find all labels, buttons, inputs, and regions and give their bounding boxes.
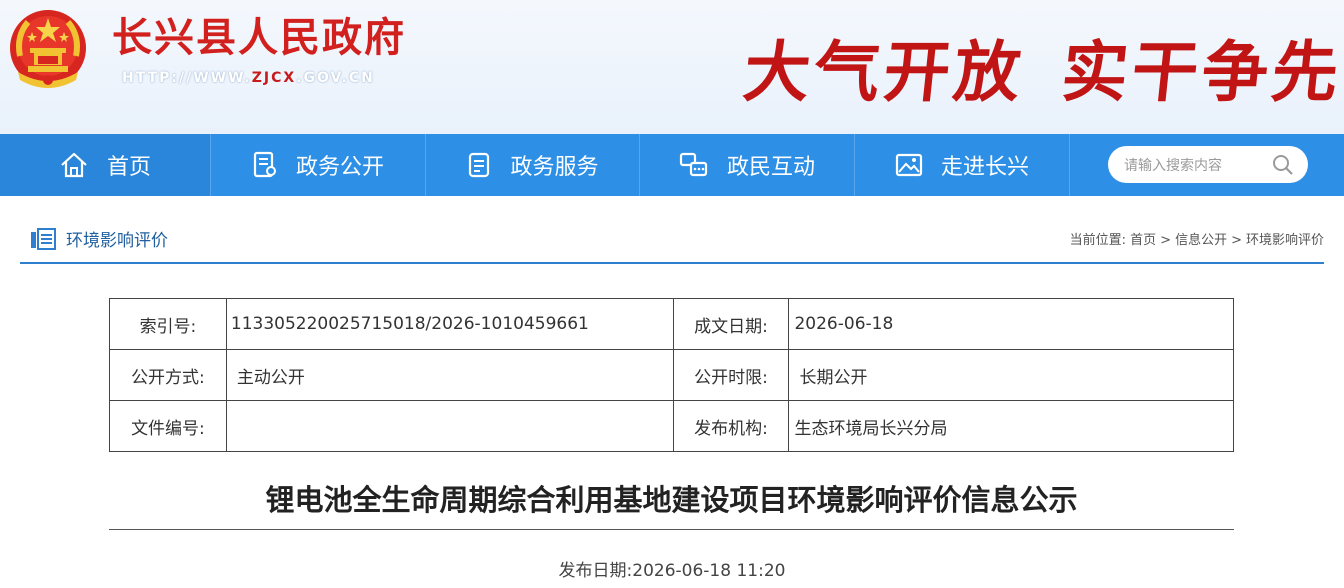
breadcrumb-home[interactable]: 首页 (1130, 233, 1156, 248)
date-value: 2026-06-18 (788, 298, 1234, 350)
breadcrumb-label: 当前位置: (1069, 233, 1126, 248)
slogan: 大气开放 实干争先 (739, 33, 1344, 111)
site-url-accent: ZJCX (251, 70, 297, 86)
site-header: 长兴县人民政府 HTTP://WWW.ZJCX.GOV.CN 大气开放 实干争先 (0, 0, 1344, 134)
publish-date-value: 2026-06-18 11:20 (632, 561, 786, 581)
slogan-left: 大气开放 (739, 33, 1029, 111)
table-row: 索引号: 113305220025715018/2026-1010459661 … (109, 298, 1234, 350)
docno-label: 文件编号: (109, 400, 227, 452)
list-icon (31, 228, 56, 250)
home-icon (61, 152, 87, 178)
breadcrumb-separator: > (1231, 233, 1242, 248)
nav-label-government-affairs: 政务公开 (295, 155, 384, 180)
breadcrumb-eia[interactable]: 环境影响评价 (1246, 233, 1324, 248)
date-label: 成文日期: (672, 298, 790, 350)
section-bar: 环境影响评价 当前位置: 首页 > 信息公开 > 环境影响评价 (20, 214, 1324, 264)
main-nav: 首页 政务公开 政务服务 政民互动 走进长兴 请输入搜索内容 (0, 134, 1344, 196)
clipboard-icon (469, 152, 490, 178)
chat-icon (679, 152, 708, 177)
method-label: 公开方式: (109, 349, 227, 401)
nav-label-home: 首页 (106, 155, 151, 180)
table-row: 公开方式: 主动公开 公开时限: 长期公开 (109, 349, 1234, 401)
slogan-right: 实干争先 (1057, 33, 1344, 111)
nav-item-about-changxing[interactable]: 走进长兴 (855, 134, 1070, 196)
docno-value (225, 400, 674, 452)
nav-item-home[interactable]: 首页 (0, 134, 211, 196)
nav-label-interaction: 政民互动 (726, 155, 815, 180)
search-input[interactable] (1122, 146, 1276, 185)
publish-date-label: 发布日期: (558, 561, 633, 581)
search-box (1108, 146, 1308, 185)
title-divider (109, 529, 1234, 530)
site-title[interactable]: 长兴县人民政府 (112, 14, 406, 62)
table-row: 文件编号: 发布机构: 生态环境局长兴分局 (109, 400, 1234, 452)
nav-item-government-affairs[interactable]: 政务公开 (211, 134, 426, 196)
nav-item-services[interactable]: 政务服务 (426, 134, 640, 196)
issuer-label: 发布机构: (672, 400, 790, 452)
document-meta-table: 索引号: 113305220025715018/2026-1010459661 … (109, 298, 1234, 452)
nav-label-about-changxing: 走进长兴 (940, 155, 1029, 180)
search-icon[interactable] (1272, 154, 1294, 176)
publish-date: 发布日期:2026-06-18 11:20 (0, 556, 1344, 581)
section-title[interactable]: 环境影响评价 (66, 226, 168, 251)
index-value: 113305220025715018/2026-1010459661 (225, 298, 674, 350)
breadcrumb-separator: > (1160, 233, 1172, 248)
picture-icon (895, 153, 923, 177)
limit-value: 长期公开 (788, 349, 1234, 401)
issuer-value: 生态环境局长兴分局 (788, 400, 1234, 452)
breadcrumb: 当前位置: 首页 > 信息公开 > 环境影响评价 (1070, 229, 1324, 248)
method-value: 主动公开 (225, 349, 674, 401)
document-icon (253, 151, 276, 178)
index-label: 索引号: (109, 298, 227, 350)
national-emblem-icon (10, 10, 86, 88)
limit-label: 公开时限: (672, 349, 790, 401)
site-url-prefix: HTTP://WWW. (122, 70, 252, 86)
site-url: HTTP://WWW.ZJCX.GOV.CN (122, 70, 375, 86)
breadcrumb-info-public[interactable]: 信息公开 (1175, 233, 1227, 248)
nav-label-services: 政务服务 (510, 155, 599, 180)
nav-item-interaction[interactable]: 政民互动 (640, 134, 855, 196)
site-url-suffix: .GOV.CN (296, 70, 375, 86)
article-title: 锂电池全生命周期综合利用基地建设项目环境影响评价信息公示 (265, 483, 1078, 517)
